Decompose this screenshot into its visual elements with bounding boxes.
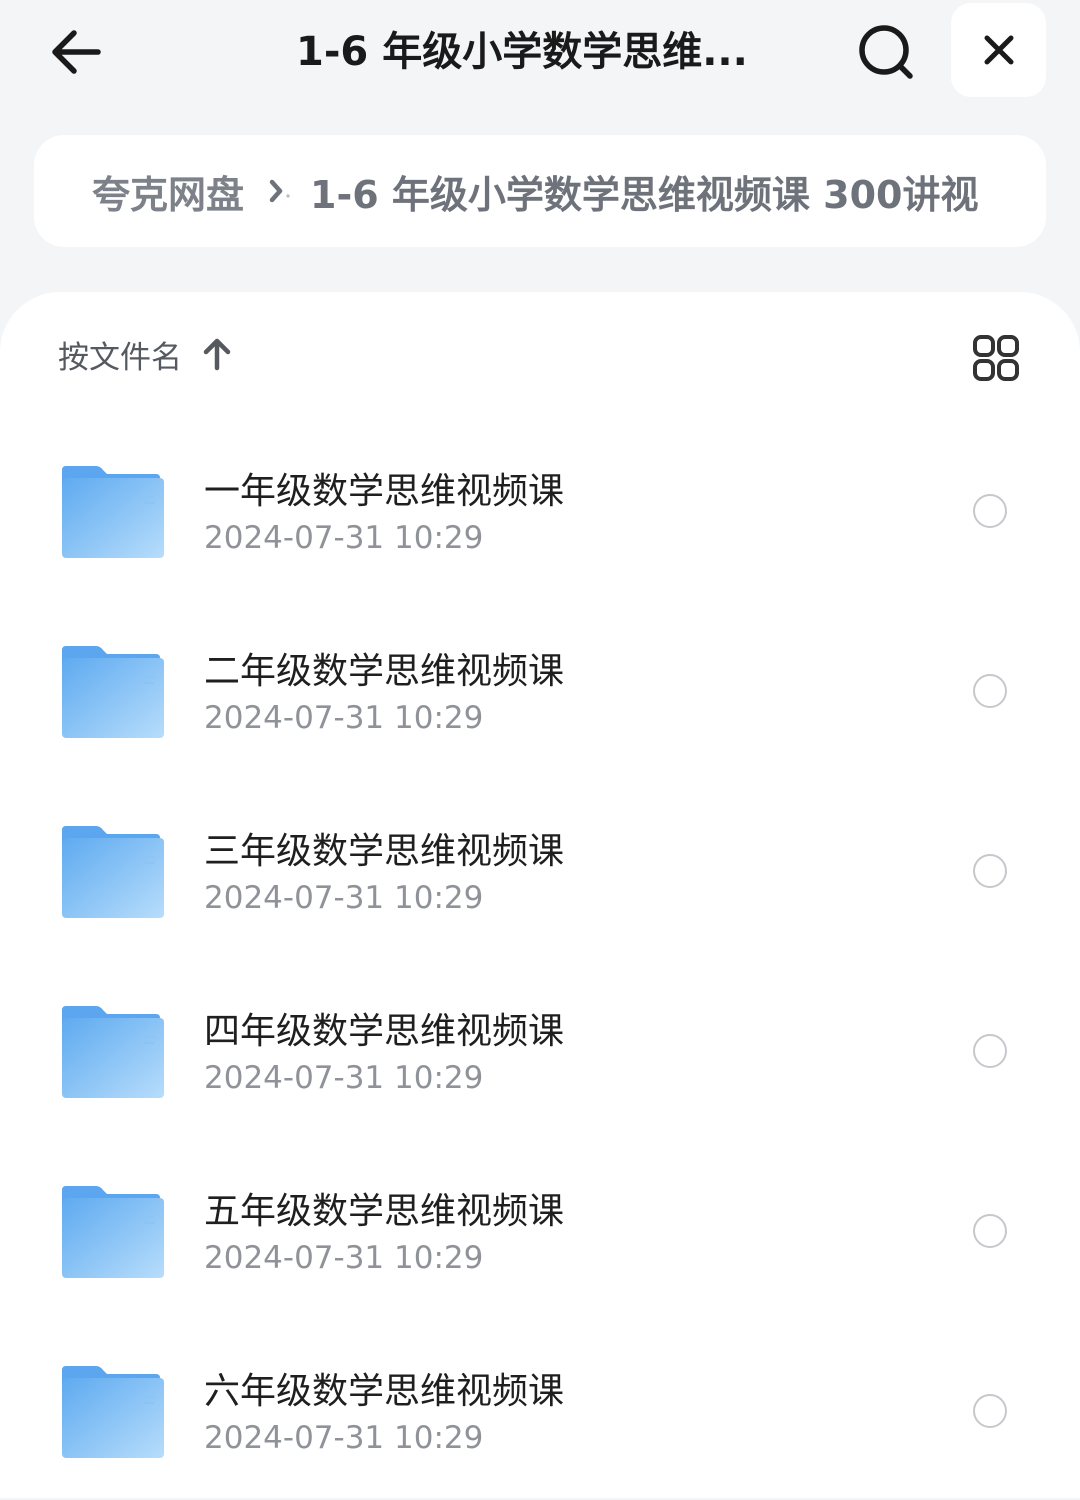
file-date: 2024-07-31 10:29: [204, 700, 484, 736]
file-date: 2024-07-31 10:29: [204, 1240, 484, 1276]
sort-label: 按文件名: [58, 339, 182, 376]
arrow-left-icon: [52, 30, 101, 74]
file-name: 三年级数学思维视频课: [204, 831, 565, 872]
breadcrumb: 夸克网盘 1-6 年级小学数学思维视频课 300讲视: [34, 135, 1046, 247]
grid-view-toggle[interactable]: [968, 330, 1024, 386]
file-name: 六年级数学思维视频课: [204, 1371, 565, 1412]
search-icon: [859, 25, 913, 79]
close-icon: [984, 35, 1013, 65]
search-button[interactable]: [852, 18, 920, 86]
close-button[interactable]: [951, 3, 1046, 97]
folder-icon: [62, 1186, 164, 1278]
file-date: 2024-07-31 10:29: [204, 880, 484, 916]
file-date: 2024-07-31 10:29: [204, 1420, 484, 1456]
top-bar: 1-6 年级小学数学思维...: [0, 0, 1080, 110]
file-date: 2024-07-31 10:29: [204, 1060, 484, 1096]
arrow-up-icon: [202, 337, 232, 371]
select-checkbox[interactable]: [973, 1394, 1007, 1428]
folder-icon: [62, 1006, 164, 1098]
file-row[interactable]: 四年级数学思维视频课 2024-07-31 10:29: [0, 960, 1080, 1140]
file-row[interactable]: 一年级数学思维视频课 2024-07-31 10:29: [0, 420, 1080, 600]
folder-icon: [62, 1366, 164, 1458]
select-checkbox[interactable]: [973, 854, 1007, 888]
file-name: 四年级数学思维视频课: [204, 1011, 565, 1052]
file-name: 五年级数学思维视频课: [204, 1191, 565, 1232]
select-checkbox[interactable]: [973, 1214, 1007, 1248]
folder-icon: [62, 826, 164, 918]
select-checkbox[interactable]: [973, 494, 1007, 528]
breadcrumb-root[interactable]: 夸克网盘: [92, 164, 244, 219]
file-browser-panel: 按文件名 一年级数学思维视频课 2024-07-31 10:29 二年级数学思维…: [0, 292, 1080, 1498]
file-row[interactable]: 五年级数学思维视频课 2024-07-31 10:29: [0, 1140, 1080, 1320]
file-list: 一年级数学思维视频课 2024-07-31 10:29 二年级数学思维视频课 2…: [0, 420, 1080, 1500]
file-name: 二年级数学思维视频课: [204, 651, 565, 692]
page-title: 1-6 年级小学数学思维...: [296, 29, 748, 75]
back-button[interactable]: [44, 20, 108, 84]
breadcrumb-current[interactable]: 1-6 年级小学数学思维视频课 300讲视: [310, 164, 978, 219]
file-name: 一年级数学思维视频课: [204, 471, 565, 512]
file-row[interactable]: 六年级数学思维视频课 2024-07-31 10:29: [0, 1320, 1080, 1500]
sort-by-name-button[interactable]: 按文件名: [58, 332, 232, 376]
file-date: 2024-07-31 10:29: [204, 520, 484, 556]
folder-icon: [62, 466, 164, 558]
chevron-right-icon: [264, 176, 294, 206]
select-checkbox[interactable]: [973, 1034, 1007, 1068]
file-row[interactable]: 三年级数学思维视频课 2024-07-31 10:29: [0, 780, 1080, 960]
file-row[interactable]: 二年级数学思维视频课 2024-07-31 10:29: [0, 600, 1080, 780]
select-checkbox[interactable]: [973, 674, 1007, 708]
grid-view-icon: [973, 335, 1019, 381]
folder-icon: [62, 646, 164, 738]
